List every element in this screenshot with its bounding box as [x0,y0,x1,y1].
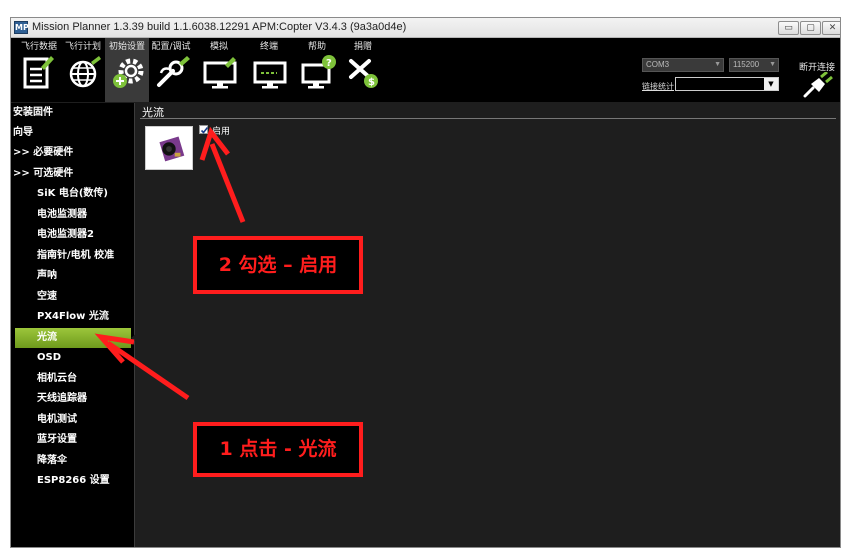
initial-setup-gear-icon [113,58,144,88]
optical-flow-panel: 光流 启用 [136,103,840,547]
toolbar-terminal[interactable]: 终端 [247,38,291,102]
toolbar-help[interactable]: 帮助 ? [295,38,339,102]
sidebar-item-osd[interactable]: OSD [11,348,135,368]
port-select[interactable]: COM3 ▼ [642,58,724,72]
sidebar-item-parachute[interactable]: 降落伞 [11,451,135,471]
svg-text:?: ? [326,58,332,69]
sidebar-item-sik-radio[interactable]: SiK 电台(数传) [11,184,135,204]
main-toolbar: 飞行数据 飞行计划 初始设置 配置/调试 模拟 终端 帮助 ? 捐赠 $ COM… [11,38,840,102]
link-stats-link[interactable]: 链接统计 [642,81,674,92]
optical-flow-sensor-image [145,126,193,170]
connect-plug-icon[interactable] [801,72,833,98]
minimize-button[interactable]: ▭ [778,21,799,35]
title-bar: MP Mission Planner 1.3.39 build 1.1.6038… [11,18,840,38]
sidebar-item-esp8266[interactable]: ESP8266 设置 [11,471,135,491]
sidebar-item-airspeed[interactable]: 空速 [11,287,135,307]
sidebar-item-compass-motor-calib[interactable]: 指南针/电机 校准 [11,246,135,266]
link-stats-value [677,79,763,89]
sidebar-item-optional-hardware[interactable]: >> 可选硬件 [11,164,135,184]
port-value: COM3 [646,60,670,69]
toolbar-config-tuning[interactable]: 配置/调试 [149,38,193,102]
config-wrench-icon [157,56,190,87]
sidebar-item-sonar[interactable]: 声呐 [11,266,135,286]
sidebar-item-optical-flow[interactable]: 光流 [15,328,139,348]
toolbar-simulation[interactable]: 模拟 [197,38,241,102]
sidebar-item-camera-gimbal[interactable]: 相机云台 [11,369,135,389]
baud-value: 115200 [733,60,760,69]
title-divider [140,118,836,119]
sidebar-item-antenna-tracker[interactable]: 天线追踪器 [11,389,135,409]
terminal-monitor-icon [253,61,287,89]
sidebar-item-mandatory-hardware[interactable]: >> 必要硬件 [11,143,135,163]
link-stats-select[interactable]: ▼ [675,77,779,91]
chevron-down-icon: ▼ [714,61,721,68]
checkmark-icon [200,127,209,134]
maximize-button[interactable]: ▢ [800,21,821,35]
step-1-annotation: 1 点击 - 光流 [193,422,363,477]
toolbar-label: 模拟 [209,42,228,52]
chevron-down-icon: ▼ [764,78,778,90]
sidebar-item-px4flow[interactable]: PX4Flow 光流 [11,307,135,327]
step-2-annotation: 2 勾选 – 启用 [193,236,363,294]
sidebar-item-install-firmware[interactable]: 安装固件 [11,103,135,123]
simulation-monitor-icon [203,57,237,89]
toolbar-donate[interactable]: 捐赠 $ [341,38,385,102]
sidebar-item-motor-test[interactable]: 电机测试 [11,410,135,430]
mission-planner-window: MP Mission Planner 1.3.39 build 1.1.6038… [10,17,841,548]
toolbar-label: 捐赠 [353,42,372,52]
donate-plane-icon: $ [349,59,378,88]
baud-select[interactable]: 115200 ▼ [729,58,779,72]
flight-plan-globe-icon [69,56,101,88]
flight-data-icon [23,56,54,89]
window-title: Mission Planner 1.3.39 build 1.1.6038.12… [32,21,407,33]
app-logo-icon: MP [14,21,29,34]
close-button[interactable]: ✕ [822,21,840,35]
setup-sidebar: 安装固件 向导 >> 必要硬件 >> 可选硬件 SiK 电台(数传) 电池监测器… [11,103,139,547]
sidebar-item-wizard[interactable]: 向导 [11,123,135,143]
enable-checkbox[interactable] [199,125,209,134]
svg-text:$: $ [368,77,375,88]
chevron-down-icon: ▼ [769,61,776,68]
enable-label: 启用 [212,127,231,137]
sidebar-item-battery-monitor-2[interactable]: 电池监测器2 [11,225,135,245]
sidebar-item-battery-monitor[interactable]: 电池监测器 [11,205,135,225]
help-monitor-icon: ? [301,55,336,89]
sidebar-item-bluetooth[interactable]: 蓝牙设置 [11,430,135,450]
